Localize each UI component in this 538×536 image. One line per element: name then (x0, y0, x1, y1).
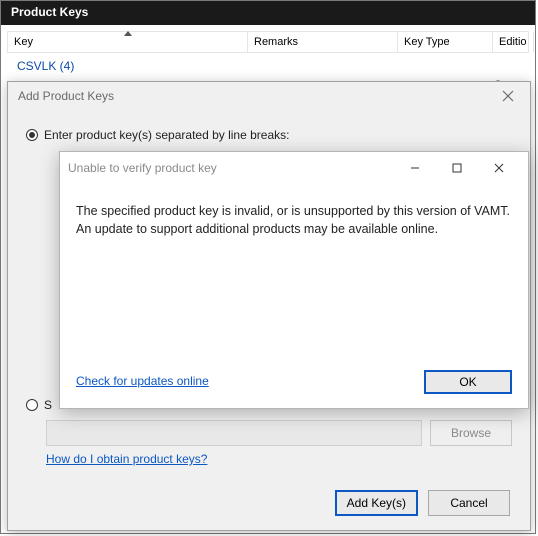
check-updates-link[interactable]: Check for updates online (76, 374, 209, 388)
minimize-button[interactable] (394, 156, 436, 180)
file-path-input[interactable] (46, 420, 422, 446)
close-button[interactable] (478, 156, 520, 180)
add-keys-button[interactable]: Add Key(s) (335, 490, 418, 516)
column-header-remarks[interactable]: Remarks (248, 32, 398, 52)
error-line-1: The specified product key is invalid, or… (76, 202, 512, 220)
column-header-key[interactable]: Key (8, 32, 248, 52)
error-line-2: An update to support additional products… (76, 220, 512, 238)
ok-button[interactable]: OK (424, 370, 512, 394)
error-dialog: Unable to verify product key The specifi… (59, 151, 529, 409)
group-row[interactable]: CSVLK (4) (7, 53, 529, 79)
window-titlebar: Product Keys (1, 1, 535, 25)
close-icon (502, 90, 514, 102)
help-link[interactable]: How do I obtain product keys? (46, 452, 207, 466)
add-keys-button-label: Add Key(s) (347, 496, 406, 510)
cancel-button-label: Cancel (450, 496, 487, 510)
maximize-icon (452, 163, 462, 173)
file-picker-row: Browse (46, 420, 512, 446)
dialog-titlebar: Add Product Keys (8, 82, 530, 110)
radio-icon (26, 129, 38, 141)
grid-header-row: Key Remarks Key Type Editio (7, 31, 529, 53)
sort-ascending-icon (124, 31, 132, 36)
dialog-button-row: Add Key(s) Cancel (335, 490, 510, 516)
maximize-button[interactable] (436, 156, 478, 180)
product-keys-window: Product Keys Key Remarks Key Type Editio… (0, 0, 536, 534)
radio-enter-keys[interactable]: Enter product key(s) separated by line b… (26, 128, 512, 142)
browse-button[interactable]: Browse (430, 420, 512, 446)
column-header-edition[interactable]: Editio (493, 32, 534, 52)
dialog-title: Add Product Keys (18, 89, 114, 103)
column-header-remarks-label: Remarks (254, 36, 298, 48)
cancel-button[interactable]: Cancel (428, 490, 510, 516)
group-label: CSVLK (4) (7, 53, 84, 79)
radio-enter-keys-label: Enter product key(s) separated by line b… (44, 128, 289, 142)
browse-button-label: Browse (451, 426, 491, 440)
error-message: The specified product key is invalid, or… (60, 184, 528, 256)
minimize-icon (410, 163, 420, 173)
keys-grid: Key Remarks Key Type Editio CSVLK (4) Se… (1, 25, 535, 85)
error-title: Unable to verify product key (68, 161, 394, 175)
column-header-key-label: Key (14, 36, 33, 48)
column-header-type-label: Key Type (404, 36, 450, 48)
radio-icon (26, 399, 38, 411)
radio-select-file-label: S (44, 398, 52, 412)
window-title: Product Keys (11, 5, 88, 19)
ok-button-label: OK (459, 375, 476, 389)
close-icon (494, 163, 504, 173)
error-titlebar: Unable to verify product key (60, 152, 528, 184)
column-header-type[interactable]: Key Type (398, 32, 493, 52)
close-button[interactable] (496, 88, 520, 104)
column-header-edition-label: Editio (499, 36, 527, 48)
